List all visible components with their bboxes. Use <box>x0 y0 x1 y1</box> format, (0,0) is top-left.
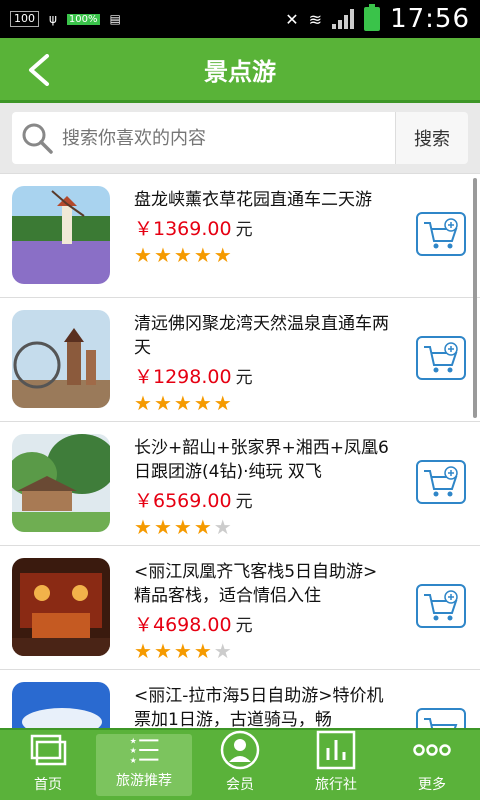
rating-stars: ★ ★ ★ ★ ★ <box>134 245 392 265</box>
mute-icon: ✕ <box>285 9 299 29</box>
star-icon: ★ <box>134 391 152 415</box>
add-to-cart-button[interactable] <box>416 708 466 729</box>
item-thumbnail <box>12 558 110 656</box>
tab-home[interactable]: 首页 <box>0 730 96 800</box>
add-to-cart-button[interactable] <box>416 212 466 256</box>
bottom-tab-bar: 首页 ★ ★ ★ 旅游推荐 会员 旅行社 更多 <box>0 728 480 800</box>
cart-icon <box>424 466 458 497</box>
list-item[interactable]: 清远佛冈聚龙湾天然温泉直通车两天 ￥1298.00 元 ★ ★ ★ ★ ★ <box>0 298 480 422</box>
notification-icon: 100 <box>10 11 39 27</box>
tab-label: 首页 <box>34 777 62 793</box>
tab-travel-recommend[interactable]: ★ ★ ★ 旅游推荐 <box>96 734 192 796</box>
add-to-cart-button[interactable] <box>416 336 466 380</box>
home-icon <box>30 734 67 766</box>
list-item[interactable]: <丽江凤凰齐飞客栈5日自助游>精品客栈，适合情侣入住 ￥4698.00 元 ★ ★ ★… <box>0 546 480 670</box>
search-bar: 搜索 <box>0 103 480 173</box>
chart-icon <box>316 730 356 770</box>
star-icon: ★ <box>193 515 212 539</box>
star-icon: ★ <box>213 391 232 415</box>
attraction-list: 盘龙峡薰衣草花园直通车二天游 ￥1369.00 元 ★ ★ ★ ★ ★ 清远佛冈… <box>0 173 480 729</box>
svg-text:★: ★ <box>130 756 137 765</box>
star-icon: ★ <box>173 639 192 663</box>
battery-small-icon: 100% <box>66 13 100 25</box>
signal-icon <box>332 9 355 29</box>
list-item[interactable]: 盘龙峡薰衣草花园直通车二天游 ￥1369.00 元 ★ ★ ★ ★ ★ <box>0 174 480 298</box>
wifi-icon: ≋ <box>308 9 323 29</box>
star-empty-icon: ★ <box>213 515 232 539</box>
star-icon: ★ <box>213 243 232 267</box>
list-icon: ★ ★ ★ <box>130 737 159 765</box>
scrollbar[interactable] <box>473 178 477 418</box>
tab-label: 会员 <box>226 777 254 793</box>
search-field[interactable] <box>12 112 395 164</box>
rating-stars: ★ ★ ★ ★ ★ <box>134 393 392 413</box>
star-icon: ★ <box>153 639 172 663</box>
search-button[interactable]: 搜索 <box>395 112 468 164</box>
star-icon: ★ <box>173 391 192 415</box>
item-title: 清远佛冈聚龙湾天然温泉直通车两天 <box>134 314 389 358</box>
add-to-cart-button[interactable] <box>416 584 466 628</box>
star-icon: ★ <box>134 515 152 539</box>
star-empty-icon: ★ <box>213 639 232 663</box>
more-dots-icon <box>413 744 451 756</box>
star-icon: ★ <box>173 515 192 539</box>
item-thumbnail <box>12 310 110 408</box>
search-input[interactable] <box>60 126 384 150</box>
star-icon: ★ <box>153 515 172 539</box>
add-to-cart-button[interactable] <box>416 460 466 504</box>
list-item[interactable]: <丽江-拉市海5日自助游>特价机票加1日游，古道骑马，畅 <box>0 670 480 729</box>
star-icon: ★ <box>193 391 212 415</box>
cart-icon <box>424 342 458 373</box>
rating-stars: ★ ★ ★ ★ ★ <box>134 517 392 537</box>
rating-stars: ★ ★ ★ ★ ★ <box>134 641 392 661</box>
item-thumbnail <box>12 682 110 729</box>
app-bar: 景点游 <box>0 38 480 103</box>
item-price: ￥1298.00 元 <box>134 366 253 388</box>
tab-label: 旅游推荐 <box>116 773 172 789</box>
back-arrow-icon <box>29 54 49 86</box>
item-title: 长沙+韶山+张家界+湘西+凤凰6日跟团游(4钻)·纯玩 双飞 <box>134 438 389 482</box>
star-icon: ★ <box>193 639 212 663</box>
star-icon: ★ <box>153 243 172 267</box>
tab-more[interactable]: 更多 <box>384 730 480 800</box>
item-title: 盘龙峡薰衣草花园直通车二天游 <box>134 190 372 210</box>
search-icon <box>22 123 53 154</box>
item-price: ￥4698.00 元 <box>134 614 253 636</box>
battery-icon <box>364 4 381 31</box>
item-price: ￥1369.00 元 <box>134 218 253 240</box>
item-title: <丽江-拉市海5日自助游>特价机票加1日游，古道骑马，畅 <box>134 686 384 729</box>
svg-text:★: ★ <box>130 746 137 755</box>
item-thumbnail <box>12 434 110 532</box>
list-item[interactable]: 长沙+韶山+张家界+湘西+凤凰6日跟团游(4钻)·纯玩 双飞 ￥6569.00 元… <box>0 422 480 546</box>
tab-label: 更多 <box>418 777 446 793</box>
star-icon: ★ <box>193 243 212 267</box>
tab-travel-agency[interactable]: 旅行社 <box>288 730 384 800</box>
usb-icon: ψ <box>49 12 57 26</box>
page-title: 景点游 <box>204 57 276 86</box>
star-icon: ★ <box>134 243 152 267</box>
svg-text:★: ★ <box>130 737 137 746</box>
cart-icon <box>424 590 458 621</box>
item-title: <丽江凤凰齐飞客栈5日自助游>精品客栈，适合情侣入住 <box>134 562 378 606</box>
star-icon: ★ <box>153 391 172 415</box>
item-price: ￥6569.00 元 <box>134 490 253 512</box>
cart-icon <box>424 718 458 729</box>
star-icon: ★ <box>134 639 152 663</box>
status-bar: 100 ψ 100% ▤ ✕ ≋ 17:56 <box>0 0 480 38</box>
tab-member[interactable]: 会员 <box>192 730 288 800</box>
item-thumbnail <box>12 186 110 284</box>
cart-icon <box>424 218 458 249</box>
user-icon <box>220 730 260 770</box>
document-icon: ▤ <box>109 12 121 26</box>
clock: 17:56 <box>390 4 470 34</box>
tab-label: 旅行社 <box>315 777 357 793</box>
back-button[interactable] <box>18 52 58 88</box>
star-icon: ★ <box>173 243 192 267</box>
